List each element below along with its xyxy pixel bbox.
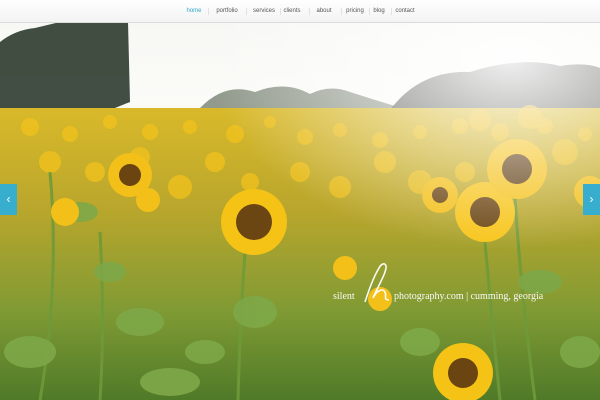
hero-image: silent photography.com | cumming, georgi… — [0, 22, 600, 400]
nav-item-about[interactable]: about — [312, 0, 336, 22]
nav-divider — [246, 8, 247, 15]
nav-item-blog[interactable]: blog — [371, 0, 387, 22]
nav-item-home[interactable]: home — [180, 0, 208, 22]
slider-prev-button[interactable]: ‹ — [0, 184, 17, 215]
sunflower-field-illustration — [0, 22, 600, 400]
nav-item-pricing[interactable]: pricing — [344, 0, 366, 22]
nav-divider — [309, 8, 310, 15]
slider-next-button[interactable]: › — [583, 184, 600, 215]
nav-item-contact[interactable]: contact — [393, 0, 417, 22]
nav-item-portfolio[interactable]: portfolio — [212, 0, 242, 22]
nav-divider — [280, 8, 281, 15]
chevron-left-icon: ‹ — [6, 192, 11, 206]
nav-divider — [208, 8, 209, 15]
sun-glow — [0, 22, 600, 400]
top-navigation: home portfolio services clients about pr… — [0, 0, 600, 23]
nav-item-services[interactable]: services — [250, 0, 278, 22]
nav-divider — [391, 8, 392, 15]
chevron-right-icon: › — [589, 192, 594, 206]
nav-item-clients[interactable]: clients — [282, 0, 302, 22]
nav-divider — [369, 8, 370, 15]
nav-divider — [341, 8, 342, 15]
